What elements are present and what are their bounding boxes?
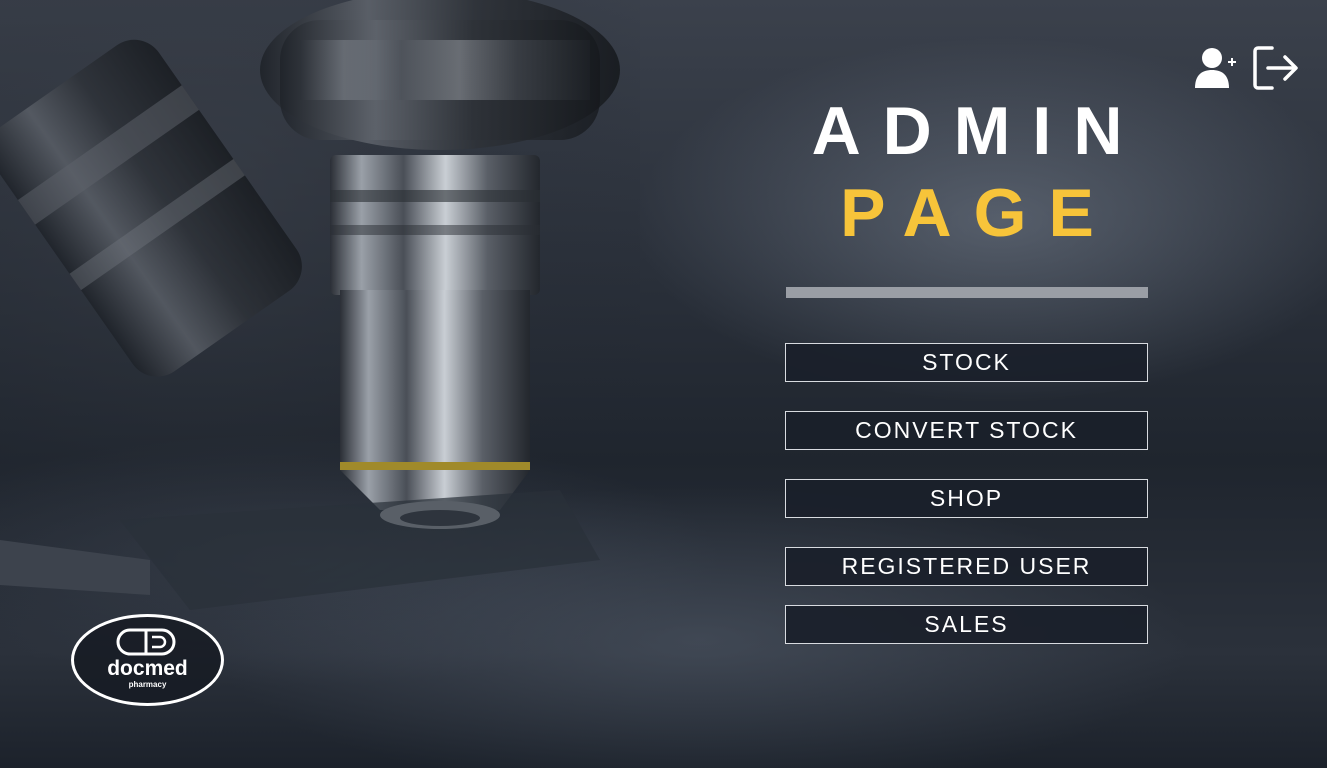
sales-button[interactable]: SALES [785,605,1148,644]
pill-icon [116,628,176,656]
logo-tagline: pharmacy [128,680,167,689]
stock-button[interactable]: STOCK [785,343,1148,382]
add-user-button[interactable] [1192,44,1240,92]
page-title-line-2: PAGE [840,175,1116,251]
shop-button[interactable]: SHOP [785,479,1148,518]
docmed-logo: docmed pharmacy [71,614,224,706]
add-user-icon [1195,48,1236,88]
logout-button[interactable] [1252,44,1300,92]
microscope-background-image [0,0,640,620]
title-divider [786,287,1148,298]
page-title: ADMIN PAGE [786,92,1148,256]
admin-screen: ADMIN PAGE STOCK CONVERT STOCK SHOP REGI… [0,0,1327,768]
logout-icon [1253,46,1298,90]
convert-stock-button[interactable]: CONVERT STOCK [785,411,1148,450]
registered-user-button[interactable]: REGISTERED USER [785,547,1148,586]
page-title-line-1: ADMIN [811,93,1145,169]
logo-name: docmed [107,657,188,680]
